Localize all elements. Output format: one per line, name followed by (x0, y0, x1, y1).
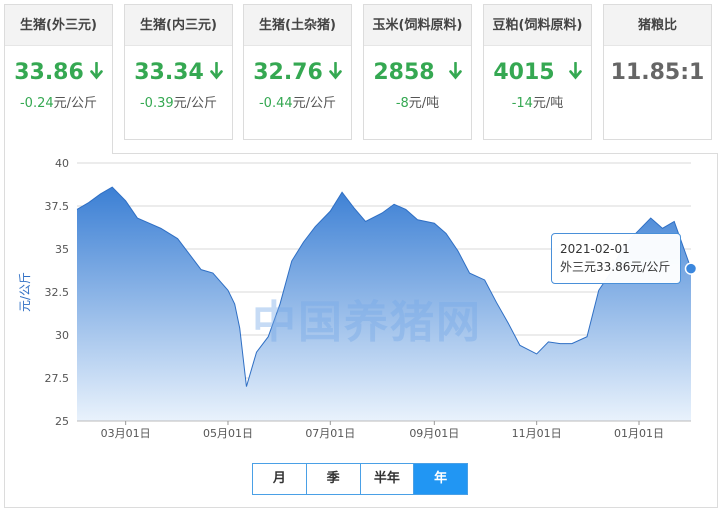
arrow-down-icon (209, 61, 223, 86)
tab-year[interactable]: 年 (414, 464, 467, 494)
x-tick-label: 11月01日 (512, 427, 562, 440)
watermark-text: 中国养猪网 (252, 297, 482, 348)
card-pig-internal[interactable]: 生猪(内三元) 33.34 -0.39元/公斤 (124, 4, 233, 140)
y-tick-label: 25 (55, 415, 69, 428)
card-pig-grain-ratio[interactable]: 猪粮比 11.85:1 (603, 4, 712, 140)
tab-month[interactable]: 月 (253, 464, 307, 494)
card-title: 生猪(外三元) (5, 5, 112, 46)
card-price: 33.86 (5, 60, 112, 86)
highlight-point (684, 262, 698, 275)
y-tick-label: 32.5 (45, 286, 70, 299)
card-change: -14元/吨 (511, 95, 564, 111)
card-pig-external[interactable]: 生猪(外三元) 33.86 -0.24元/公斤 (4, 4, 113, 154)
x-tick-label: 05月01日 (203, 427, 253, 440)
card-title: 豆粕(饲料原料) (484, 5, 591, 46)
price-cards: 生猪(外三元) 33.86 -0.24元/公斤 生猪(内三元) 33.34 -0… (4, 4, 720, 154)
card-price: 32.76 (244, 60, 351, 86)
y-tick-label: 35 (55, 243, 69, 256)
arrow-down-icon (448, 61, 462, 86)
tooltip-value: 外三元33.86元/公斤 (560, 260, 671, 274)
tab-quarter[interactable]: 季 (307, 464, 361, 494)
tab-half-year[interactable]: 半年 (361, 464, 415, 494)
card-soybean-meal[interactable]: 豆粕(饲料原料) 4015 -14元/吨 (483, 4, 592, 140)
card-price: 2858 (364, 60, 471, 86)
arrow-down-icon (89, 61, 103, 86)
y-tick-label: 30 (55, 329, 69, 342)
card-change: -8元/吨 (395, 95, 440, 111)
card-title: 猪粮比 (604, 5, 711, 46)
card-change: -0.39元/公斤 (139, 95, 218, 111)
y-tick-label: 27.5 (45, 372, 70, 385)
tooltip-date: 2021-02-01 (560, 242, 630, 256)
card-title: 生猪(内三元) (125, 5, 232, 46)
chart-tooltip: 2021-02-01 外三元33.86元/公斤 (551, 233, 681, 284)
card-change: -0.44元/公斤 (258, 95, 337, 111)
card-price: 11.85:1 (610, 60, 705, 85)
period-tabs: 月 季 半年 年 (252, 463, 468, 495)
x-tick-label: 03月01日 (101, 427, 151, 440)
card-price: 33.34 (125, 60, 232, 86)
card-corn[interactable]: 玉米(饲料原料) 2858 -8元/吨 (363, 4, 472, 140)
y-tick-label: 40 (55, 157, 69, 170)
card-price: 4015 (484, 60, 591, 86)
card-change: -0.24元/公斤 (19, 95, 98, 111)
x-tick-label: 01月01日 (614, 427, 664, 440)
x-tick-label: 07月01日 (305, 427, 355, 440)
card-title: 生猪(土杂猪) (244, 5, 351, 46)
arrow-down-icon (568, 61, 582, 86)
arrow-down-icon (328, 61, 342, 86)
y-tick-label: 37.5 (45, 200, 70, 213)
card-title: 玉米(饲料原料) (364, 5, 471, 46)
card-pig-local[interactable]: 生猪(土杂猪) 32.76 -0.44元/公斤 (243, 4, 352, 140)
y-axis-label: 元/公斤 (18, 272, 32, 312)
x-tick-label: 09月01日 (409, 427, 459, 440)
